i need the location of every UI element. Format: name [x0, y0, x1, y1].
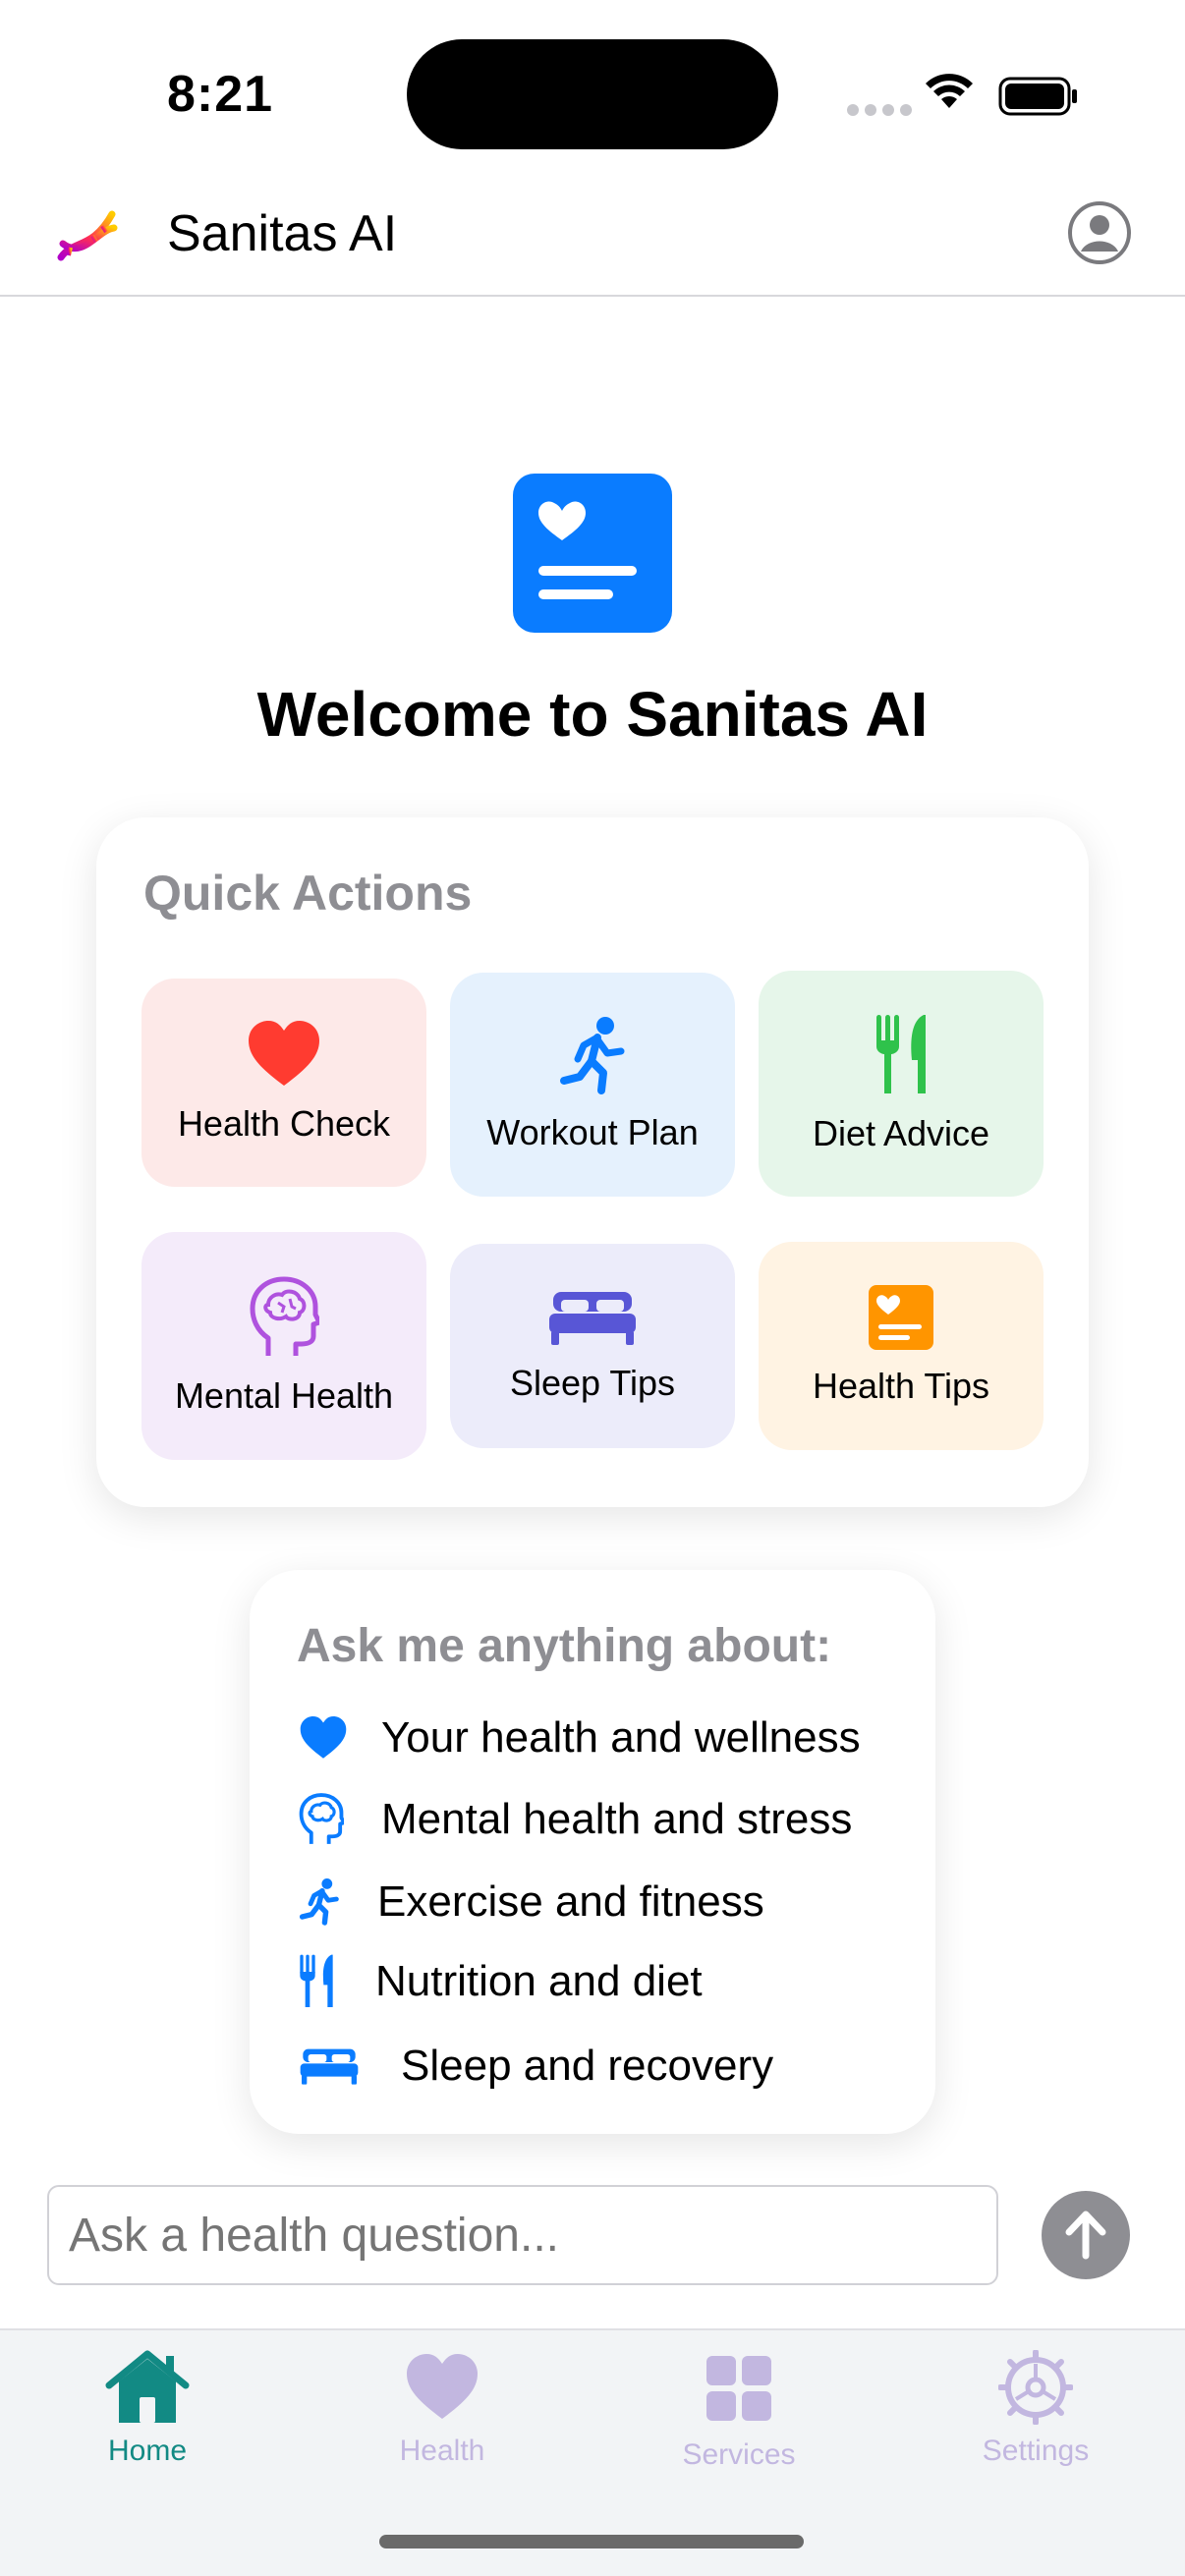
brain-head-icon [299, 1793, 344, 1844]
fork-knife-icon [876, 1015, 926, 1093]
gear-icon [998, 2350, 1073, 2425]
quick-action-diet-advice[interactable]: Diet Advice [759, 971, 1044, 1197]
battery-icon [998, 77, 1077, 116]
brain-head-icon [250, 1276, 319, 1356]
health-question-input[interactable] [47, 2185, 998, 2285]
tab-label: Health [399, 2435, 485, 2467]
quick-actions-title: Quick Actions [143, 866, 473, 921]
quick-actions-card: Quick Actions Health Check Workout Plan … [96, 817, 1089, 1507]
tab-label: Services [682, 2438, 796, 2471]
heart-icon [407, 2354, 478, 2419]
quick-action-mental-health[interactable]: Mental Health [141, 1232, 426, 1460]
running-figure-icon [560, 1017, 625, 1094]
ask-topic-item: Your health and wellness [299, 1713, 861, 1763]
ask-topic-text: Exercise and fitness [377, 1877, 764, 1926]
quick-action-label: Sleep Tips [509, 1363, 676, 1403]
ask-topic-text: Mental health and stress [381, 1795, 853, 1843]
ask-topics-card: Ask me anything about: Your health and w… [250, 1570, 935, 2134]
ask-topic-text: Sleep and recovery [401, 2042, 774, 2090]
tab-label: Settings [982, 2435, 1090, 2467]
quick-action-label: Mental Health [174, 1375, 394, 1416]
app-title: Sanitas AI [167, 205, 398, 262]
welcome-heading: Welcome to Sanitas AI [256, 679, 929, 750]
ask-topic-item: Sleep and recovery [299, 2042, 773, 2091]
tab-services[interactable]: Services [641, 2350, 837, 2472]
tab-home[interactable]: Home [49, 2350, 246, 2468]
quick-action-workout-plan[interactable]: Workout Plan [450, 973, 735, 1197]
quick-action-label: Health Check [177, 1103, 391, 1144]
ask-topic-item: Mental health and stress [299, 1792, 852, 1847]
dynamic-island [407, 39, 778, 149]
wifi-icon [926, 74, 973, 108]
ask-topic-text: Nutrition and diet [375, 1957, 703, 2005]
quick-action-label: Diet Advice [812, 1113, 990, 1153]
tab-health[interactable]: Health [344, 2350, 540, 2468]
quick-action-health-check[interactable]: Health Check [141, 979, 426, 1187]
navigation-bar: Sanitas AI [0, 177, 1185, 297]
bed-icon [549, 1292, 636, 1345]
quick-action-label: Health Tips [812, 1366, 990, 1406]
fork-knife-icon [300, 1954, 333, 2007]
ask-topics-title: Ask me anything about: [297, 1620, 832, 1672]
cellular-signal-icon [847, 104, 912, 116]
dna-icon [57, 210, 118, 261]
grid-icon [706, 2356, 771, 2421]
send-button[interactable] [1042, 2191, 1130, 2279]
quick-action-label: Workout Plan [486, 1112, 699, 1152]
heart-icon [249, 1021, 319, 1086]
ask-topic-item: Exercise and fitness [299, 1876, 764, 1928]
person-circle-icon[interactable] [1067, 200, 1132, 265]
arrow-up-icon [1065, 2211, 1106, 2260]
house-icon [105, 2350, 190, 2423]
bed-icon [300, 2048, 359, 2085]
ask-topic-text: Your health and wellness [381, 1713, 861, 1762]
tab-label: Home [107, 2435, 188, 2467]
heart-icon [300, 1716, 347, 1759]
status-time: 8:21 [167, 66, 274, 123]
heart-note-icon [869, 1285, 933, 1350]
tab-settings[interactable]: Settings [937, 2350, 1134, 2468]
status-bar: 8:21 [0, 0, 1185, 177]
home-indicator [379, 2535, 804, 2548]
ask-topic-item: Nutrition and diet [299, 1953, 703, 2010]
quick-action-sleep-tips[interactable]: Sleep Tips [450, 1244, 735, 1448]
medical-record-heart-icon [513, 474, 672, 633]
running-figure-icon [299, 1878, 339, 1926]
quick-action-health-tips[interactable]: Health Tips [759, 1242, 1044, 1450]
